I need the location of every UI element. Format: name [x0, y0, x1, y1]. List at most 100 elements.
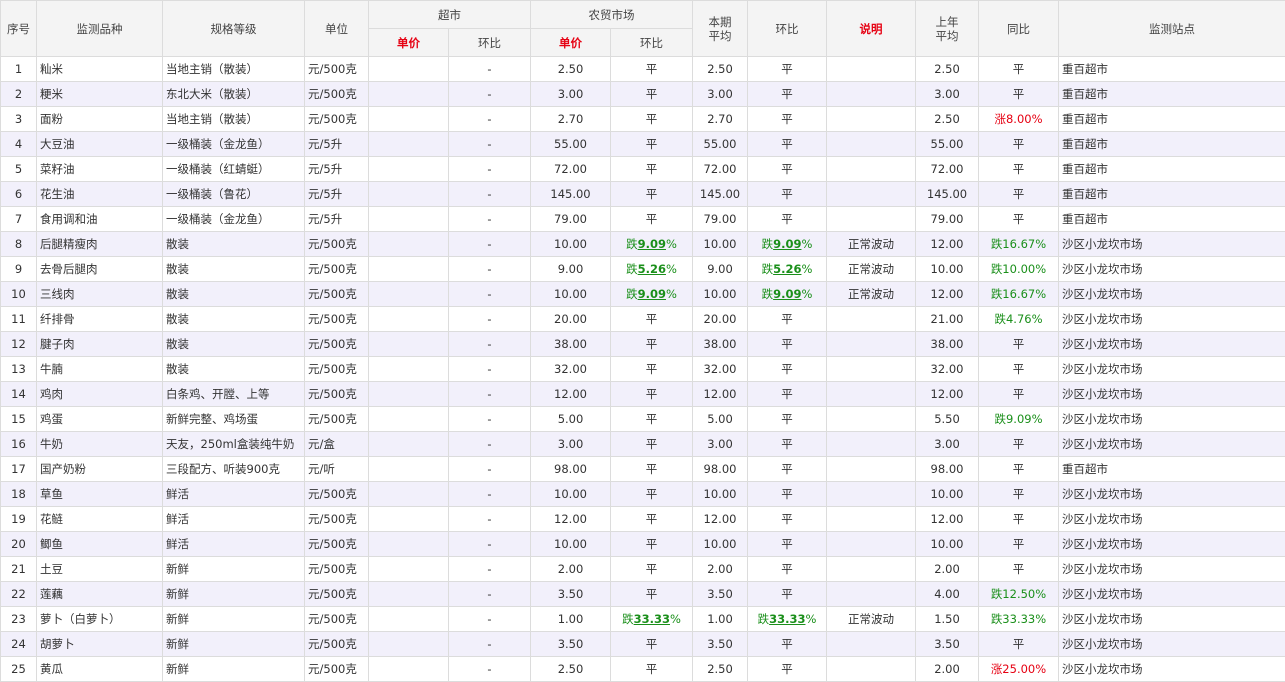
cell-supermarket-change: - [449, 632, 531, 657]
cell-no: 13 [1, 357, 37, 382]
cell-note [827, 482, 916, 507]
cell-current-avg: 2.50 [693, 57, 748, 82]
cell-mom: 跌5.26% [748, 257, 827, 282]
cell-note [827, 132, 916, 157]
cell-spec: 鲜活 [163, 507, 305, 532]
change-direction: 跌 [626, 287, 638, 301]
change-value: 33.33 [769, 612, 805, 626]
cell-spec: 一级桶装（红蜻蜓） [163, 157, 305, 182]
change-percent-sign: % [666, 262, 677, 276]
cell-variety: 莲藕 [37, 582, 163, 607]
change-indicator: 平 [1013, 137, 1025, 151]
header-last-year-avg: 上年平均 [916, 1, 979, 57]
cell-supermarket-price [369, 382, 449, 407]
cell-last-year-avg: 3.00 [916, 82, 979, 107]
table-row: 12腱子肉散装元/500克-38.00平38.00平38.00平沙区小龙坎市场 [1, 332, 1285, 357]
cell-station: 沙区小龙坎市场 [1059, 232, 1285, 257]
cell-current-avg: 145.00 [693, 182, 748, 207]
cell-yoy: 跌4.76% [979, 307, 1059, 332]
header-station: 监测站点 [1059, 1, 1285, 57]
cell-supermarket-change: - [449, 57, 531, 82]
change-indicator: 平 [646, 637, 658, 651]
cell-variety: 粳米 [37, 82, 163, 107]
table-row: 2粳米东北大米（散装）元/500克-3.00平3.00平3.00平重百超市 [1, 82, 1285, 107]
cell-last-year-avg: 145.00 [916, 182, 979, 207]
change-indicator: 平 [781, 562, 793, 576]
change-indicator: 跌33.33% [758, 612, 817, 626]
cell-last-year-avg: 38.00 [916, 332, 979, 357]
cell-note [827, 432, 916, 457]
cell-market-change: 跌9.09% [611, 282, 693, 307]
cell-spec: 一级桶装（金龙鱼） [163, 132, 305, 157]
cell-supermarket-price [369, 657, 449, 682]
change-indicator: 平 [646, 337, 658, 351]
cell-supermarket-price [369, 232, 449, 257]
cell-station: 重百超市 [1059, 182, 1285, 207]
cell-unit: 元/5升 [305, 132, 369, 157]
change-indicator: 平 [646, 387, 658, 401]
table-row: 10三线肉散装元/500克-10.00跌9.09%10.00跌9.09%正常波动… [1, 282, 1285, 307]
cell-current-avg: 32.00 [693, 357, 748, 382]
cell-station: 沙区小龙坎市场 [1059, 582, 1285, 607]
cell-mom: 平 [748, 107, 827, 132]
cell-market-change: 跌33.33% [611, 607, 693, 632]
cell-mom: 平 [748, 507, 827, 532]
cell-variety: 大豆油 [37, 132, 163, 157]
cell-station: 重百超市 [1059, 57, 1285, 82]
cell-variety: 面粉 [37, 107, 163, 132]
cell-supermarket-price [369, 282, 449, 307]
cell-mom: 平 [748, 557, 827, 582]
change-indicator: 平 [781, 437, 793, 451]
table-row: 14鸡肉白条鸡、开膛、上等元/500克-12.00平12.00平12.00平沙区… [1, 382, 1285, 407]
cell-unit: 元/500克 [305, 57, 369, 82]
cell-mom: 跌9.09% [748, 232, 827, 257]
cell-mom: 平 [748, 382, 827, 407]
cell-yoy: 涨8.00% [979, 107, 1059, 132]
cell-station: 沙区小龙坎市场 [1059, 357, 1285, 382]
change-indicator: 平 [781, 387, 793, 401]
change-direction: 跌 [622, 612, 634, 626]
change-indicator: 平 [646, 412, 658, 426]
cell-note [827, 582, 916, 607]
change-percent-sign: % [666, 287, 677, 301]
cell-current-avg: 3.00 [693, 82, 748, 107]
cell-note [827, 182, 916, 207]
change-indicator: 平 [646, 112, 658, 126]
cell-no: 12 [1, 332, 37, 357]
table-row: 13牛腩散装元/500克-32.00平32.00平32.00平沙区小龙坎市场 [1, 357, 1285, 382]
cell-unit: 元/500克 [305, 607, 369, 632]
cell-current-avg: 10.00 [693, 232, 748, 257]
cell-market-change: 平 [611, 57, 693, 82]
cell-mom: 平 [748, 482, 827, 507]
cell-current-avg: 3.50 [693, 632, 748, 657]
cell-last-year-avg: 12.00 [916, 507, 979, 532]
cell-yoy: 涨25.00% [979, 657, 1059, 682]
cell-station: 重百超市 [1059, 157, 1285, 182]
cell-station: 重百超市 [1059, 107, 1285, 132]
cell-market-change: 跌5.26% [611, 257, 693, 282]
cell-supermarket-price [369, 607, 449, 632]
cell-unit: 元/500克 [305, 232, 369, 257]
table-row: 16牛奶天友，250ml盒装纯牛奶元/盒-3.00平3.00平3.00平沙区小龙… [1, 432, 1285, 457]
cell-market-change: 平 [611, 632, 693, 657]
change-percent-sign: % [670, 612, 681, 626]
cell-last-year-avg: 3.50 [916, 632, 979, 657]
cell-last-year-avg: 2.00 [916, 557, 979, 582]
cell-mom: 平 [748, 207, 827, 232]
header-variety: 监测品种 [37, 1, 163, 57]
cell-spec: 散装 [163, 332, 305, 357]
cell-market-price: 55.00 [531, 132, 611, 157]
cell-current-avg: 9.00 [693, 257, 748, 282]
cell-station: 沙区小龙坎市场 [1059, 557, 1285, 582]
change-direction: 跌 [762, 237, 774, 251]
cell-supermarket-price [369, 632, 449, 657]
cell-spec: 新鲜完整、鸡场蛋 [163, 407, 305, 432]
cell-market-change: 平 [611, 457, 693, 482]
cell-variety: 食用调和油 [37, 207, 163, 232]
cell-no: 18 [1, 482, 37, 507]
cell-yoy: 跌16.67% [979, 282, 1059, 307]
cell-note [827, 332, 916, 357]
cell-market-change: 平 [611, 407, 693, 432]
cell-variety: 黄瓜 [37, 657, 163, 682]
change-indicator: 平 [781, 512, 793, 526]
